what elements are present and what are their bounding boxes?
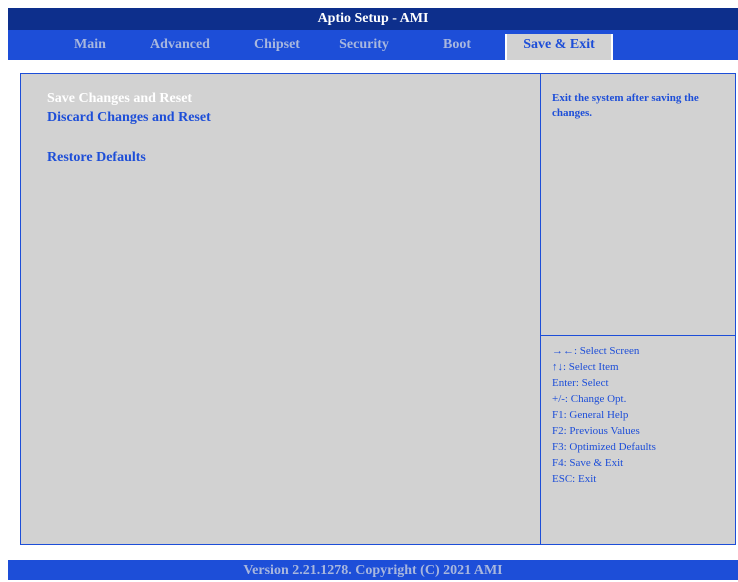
menu-item-discard-changes-and-reset[interactable]: Discard Changes and Reset [47, 110, 211, 126]
key-legend-item: →←: Select Screen [552, 345, 640, 357]
help-description: Exit the system after saving the changes… [552, 92, 699, 119]
key-legend: →←: Select Screen ↑↓: Select Item Enter:… [552, 343, 732, 487]
tab-save-exit[interactable]: Save & Exit [507, 34, 611, 60]
tab-bar: Main Advanced Chipset Security Boot Save… [8, 30, 738, 60]
window-title: Aptio Setup - AMI [8, 8, 738, 30]
tab-boot[interactable]: Boot [426, 30, 488, 60]
footer-version: Version 2.21.1278. Copyright (C) 2021 AM… [8, 560, 738, 580]
menu-item-save-changes-and-reset[interactable]: Save Changes and Reset [47, 91, 192, 107]
key-legend-item: Enter: Select [552, 377, 609, 389]
key-legend-item: +/-: Change Opt. [552, 393, 627, 405]
key-legend-item: F2: Previous Values [552, 425, 640, 437]
key-legend-item: ↑↓: Select Item [552, 361, 619, 373]
tab-security[interactable]: Security [322, 30, 406, 60]
key-legend-item: ESC: Exit [552, 473, 597, 485]
panel-divider-vertical [540, 73, 541, 545]
tab-main[interactable]: Main [60, 30, 120, 60]
tab-chipset[interactable]: Chipset [236, 30, 318, 60]
bios-setup-screen: Aptio Setup - AMI Main Advanced Chipset … [0, 0, 738, 580]
tab-advanced[interactable]: Advanced [130, 30, 230, 60]
key-legend-item: F3: Optimized Defaults [552, 441, 656, 453]
panel-divider-horizontal [540, 335, 736, 336]
menu-item-restore-defaults[interactable]: Restore Defaults [47, 150, 146, 166]
key-legend-item: F1: General Help [552, 409, 629, 421]
key-legend-item: F4: Save & Exit [552, 457, 624, 469]
